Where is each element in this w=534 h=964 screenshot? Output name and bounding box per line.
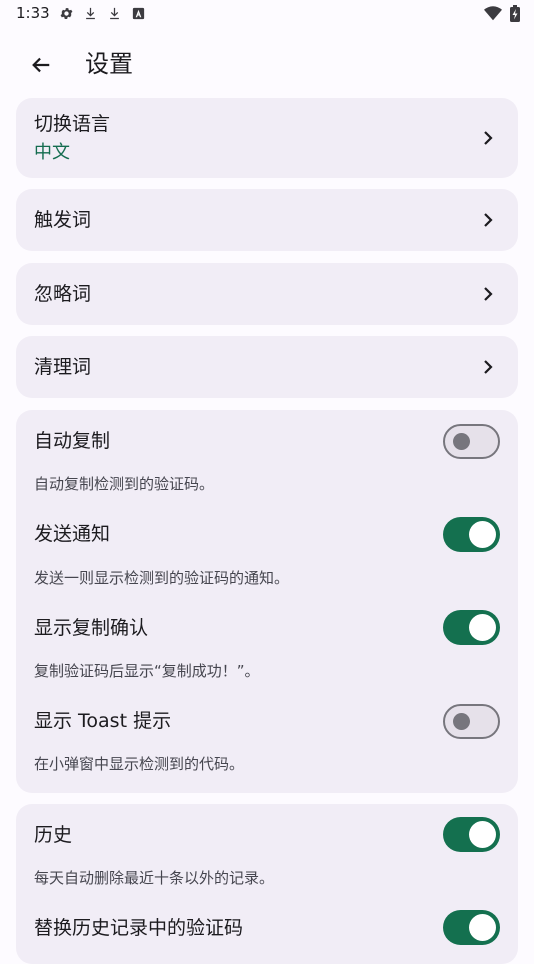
download-icon [85, 7, 95, 19]
replace-history-code-toggle[interactable] [443, 910, 500, 945]
replace-history-code-label: 替换历史记录中的验证码 [34, 917, 244, 939]
status-time: 1:33 [16, 4, 50, 22]
settings-group-behavior: 自动复制 自动复制检测到的验证码。 发送通知 发送一则显示检测到的验证码的通知。… [16, 410, 518, 793]
back-button[interactable] [24, 48, 58, 82]
app-bar: 设置 [0, 36, 534, 92]
ignore-words-item[interactable]: 忽略词 [16, 263, 518, 325]
arrow-left-icon [32, 57, 50, 73]
show-toast-label: 显示 Toast 提示 [34, 710, 172, 732]
auto-copy-label: 自动复制 [34, 430, 111, 452]
auto-copy-toggle[interactable] [443, 424, 500, 459]
send-notification-description: 发送一则显示检测到的验证码的通知。 [34, 569, 290, 587]
language-setting-value: 中文 [34, 142, 70, 163]
history-description: 每天自动删除最近十条以外的记录。 [34, 869, 275, 887]
language-setting-item[interactable]: 切换语言 中文 [16, 98, 518, 178]
page-title: 设置 [85, 50, 133, 78]
download-icon [109, 7, 119, 19]
toggle-knob [469, 614, 496, 641]
show-toast-description: 在小弹窗中显示检测到的代码。 [34, 755, 245, 773]
battery-charging-icon [510, 5, 520, 22]
history-toggle[interactable] [443, 817, 500, 852]
send-notification-label: 发送通知 [34, 523, 111, 545]
cleanup-words-item[interactable]: 清理词 [16, 336, 518, 398]
trigger-words-label: 触发词 [34, 209, 92, 231]
status-bar: 1:33 [0, 0, 534, 28]
toggle-knob [469, 914, 496, 941]
toggle-knob [453, 433, 470, 450]
ignore-words-label: 忽略词 [34, 283, 92, 305]
language-setting-label: 切换语言 [34, 113, 111, 135]
history-label: 历史 [34, 824, 73, 846]
copy-confirmation-label: 显示复制确认 [34, 617, 149, 639]
wifi-icon [484, 6, 502, 21]
copy-confirmation-toggle[interactable] [443, 610, 500, 645]
chevron-right-icon [484, 131, 493, 145]
auto-copy-description: 自动复制检测到的验证码。 [34, 475, 215, 493]
chevron-right-icon [484, 213, 493, 227]
settings-group-history: 历史 每天自动删除最近十条以外的记录。 替换历史记录中的验证码 [16, 804, 518, 964]
cleanup-words-label: 清理词 [34, 356, 92, 378]
gear-icon [60, 7, 73, 19]
copy-confirmation-description: 复制验证码后显示“复制成功！”。 [34, 662, 260, 680]
chevron-right-icon [484, 360, 493, 374]
notification-a-icon [132, 7, 144, 19]
send-notification-toggle[interactable] [443, 517, 500, 552]
toggle-knob [453, 713, 470, 730]
toggle-knob [469, 521, 496, 548]
chevron-right-icon [484, 287, 493, 301]
trigger-words-item[interactable]: 触发词 [16, 189, 518, 251]
show-toast-toggle[interactable] [443, 704, 500, 739]
toggle-knob [469, 821, 496, 848]
